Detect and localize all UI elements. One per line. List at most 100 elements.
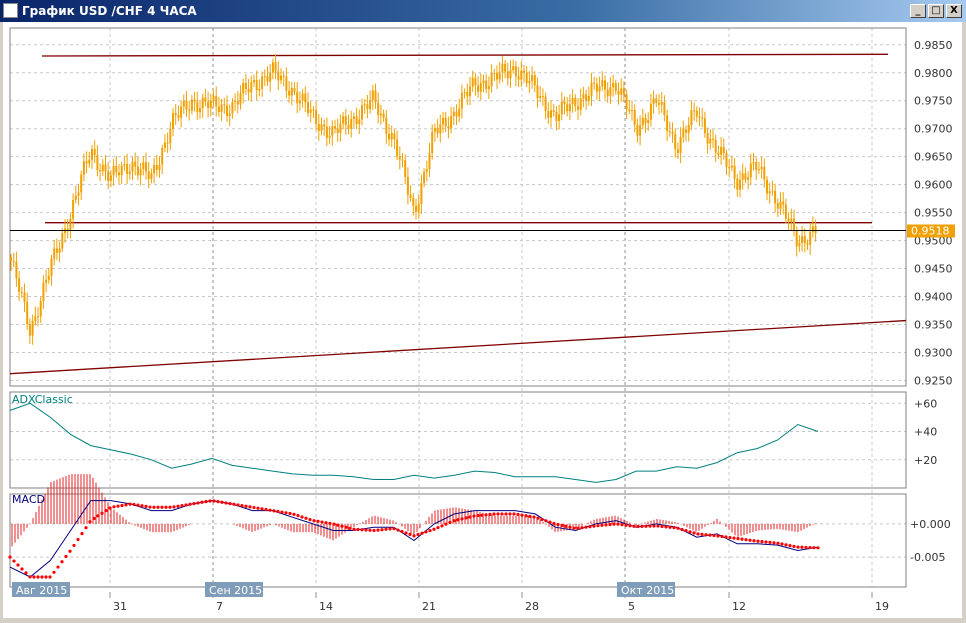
candle-body (74, 195, 77, 201)
candle-body (180, 106, 183, 118)
macd-signal-dot (84, 526, 88, 530)
macd-signal-dot (604, 523, 608, 527)
candle-body (771, 190, 774, 192)
price-tick-label: 0.9350 (914, 318, 953, 331)
candle-body (134, 161, 137, 167)
macd-signal-dot (648, 524, 652, 528)
macd-signal-dot (216, 500, 220, 504)
candle-body (217, 106, 220, 112)
candle-body (450, 116, 453, 129)
candle-body (685, 129, 687, 133)
macd-signal-dot (736, 537, 740, 541)
candle-body (277, 71, 280, 81)
candle-body (466, 91, 469, 97)
month-label: Окт 2015 (621, 584, 674, 597)
candle-body (787, 218, 790, 222)
macd-signal-dot (324, 521, 328, 525)
candle-body (523, 70, 525, 73)
candle-body (247, 88, 250, 93)
macd-signal-dot (40, 575, 44, 579)
candle-body (207, 101, 210, 109)
macd-signal-dot (660, 524, 664, 529)
candle-body (107, 171, 110, 181)
candle-body (671, 131, 674, 134)
macd-signal-dot (504, 512, 508, 516)
candle-body (223, 104, 226, 106)
candle-body (582, 94, 585, 99)
macd-signal-dot (52, 570, 56, 574)
candle-body (504, 63, 507, 72)
candle-body (34, 316, 37, 321)
candle-body (271, 62, 274, 73)
candle-body (163, 142, 166, 149)
candle-body (577, 106, 579, 110)
candle-body (312, 109, 315, 111)
macd-signal-dot (636, 524, 640, 529)
macd-signal-dot (188, 502, 192, 506)
candle-body (501, 63, 504, 73)
macd-signal-dot (448, 520, 452, 525)
candle-body (347, 124, 350, 129)
adx-tick-label: +40 (914, 426, 937, 439)
candle-body (142, 162, 145, 170)
macd-signal-dot (272, 509, 276, 513)
candle-body (676, 149, 679, 154)
candle-body (69, 218, 72, 232)
macd-signal-dot (400, 529, 404, 534)
candle-body (560, 101, 563, 115)
candle-body (485, 80, 488, 89)
chart-canvas[interactable]: 31 7 14 21 28 5 12 19 Авг 2015 Сен 2015 Окт 2015 0.… (0, 0, 966, 623)
candle-body (471, 77, 474, 87)
candle-body (598, 86, 601, 92)
macd-signal-dot (336, 523, 340, 527)
macd-signal-dot (816, 546, 820, 550)
candle-body (536, 85, 539, 98)
candle-body (320, 124, 323, 131)
candle-body (255, 80, 258, 91)
macd-signal-dot (468, 515, 472, 519)
macd-signal-dot (776, 541, 780, 545)
macd-signal-dot (508, 512, 512, 516)
macd-signal-dot (152, 505, 156, 509)
price-tick-label: 0.9400 (914, 291, 953, 304)
candle-body (717, 152, 720, 155)
macd-signal-dot (788, 544, 792, 548)
macd-signal-dot (556, 522, 560, 527)
candle-body (37, 316, 39, 318)
macd-signal-dot (20, 567, 24, 571)
candle-body (417, 204, 420, 212)
macd-signal-dot (360, 528, 364, 532)
candle-body (595, 83, 598, 92)
candle-body (601, 80, 604, 87)
macd-signal-dot (800, 545, 804, 549)
macd-signal-dot (116, 504, 120, 508)
candle-body (547, 111, 550, 118)
candle-body (625, 94, 628, 110)
candle-body (39, 301, 42, 317)
macd-signal-dot (248, 505, 252, 509)
adx-title: ADXClassic (12, 393, 73, 406)
candle-body (649, 103, 652, 120)
x-tick-label: 14 (319, 600, 333, 613)
candle-body (776, 203, 779, 209)
candle-body (242, 82, 245, 94)
candle-body (574, 97, 577, 107)
candle-body (369, 99, 372, 110)
candle-body (112, 165, 115, 176)
candle-body (358, 119, 361, 125)
macd-signal-dot (316, 519, 320, 523)
x-tick-label: 28 (525, 600, 539, 613)
adx-tick-label: +20 (914, 454, 937, 467)
price-tick-label: 0.9850 (914, 39, 953, 52)
macd-signal-dot (88, 520, 92, 524)
macd-signal-dot (796, 545, 800, 549)
macd-signal-dot (644, 524, 648, 528)
candle-body (55, 248, 58, 253)
candle-body (674, 133, 677, 150)
macd-signal-dot (536, 516, 540, 520)
candle-body (317, 123, 320, 131)
candle-body (679, 137, 682, 154)
macd-signal-dot (156, 505, 160, 509)
macd-signal-dot (436, 525, 440, 530)
candle-body (109, 175, 112, 181)
